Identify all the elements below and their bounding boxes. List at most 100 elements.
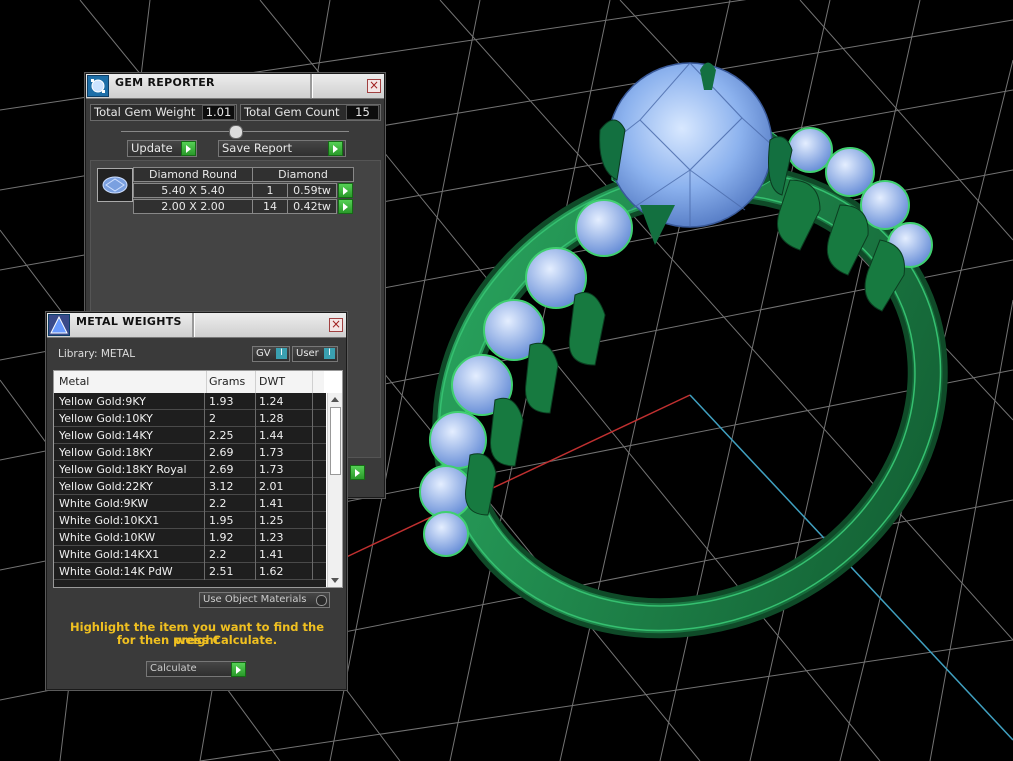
metal-weights-titlebar[interactable]: METAL WEIGHTS ×: [47, 313, 346, 338]
ring-model: [419, 62, 948, 639]
metal-dwt: 1.41: [259, 497, 284, 510]
metal-grams: 2.2: [209, 548, 227, 561]
scroll-up-icon[interactable]: [331, 397, 339, 402]
use-object-materials-label: Use Object Materials: [203, 594, 307, 605]
metal-grams: 2.69: [209, 446, 234, 459]
metal-name: White Gold:9KW: [59, 497, 149, 510]
metal-weights-close-button[interactable]: ×: [329, 318, 343, 332]
metal-dwt: 1.73: [259, 463, 284, 476]
gem-row-go-icon[interactable]: [338, 199, 353, 214]
gem-row-size[interactable]: 2.00 X 2.00: [133, 199, 253, 214]
table-row[interactable]: White Gold:14KX1 2.2 1.41: [54, 546, 326, 563]
metal-dwt: 1.73: [259, 446, 284, 459]
gem-reporter-titlebar[interactable]: GEM REPORTER ×: [86, 74, 384, 99]
save-report-go-icon[interactable]: [328, 141, 343, 156]
title-separator: [192, 313, 195, 337]
gem-row-weight: 0.42tw: [287, 199, 337, 214]
use-object-materials-radio-icon[interactable]: [316, 595, 327, 606]
metal-dwt: 2.01: [259, 480, 284, 493]
table-row[interactable]: White Gold:10KW 1.92 1.23: [54, 529, 326, 546]
metal-grams: 2: [209, 412, 216, 425]
table-row[interactable]: White Gold:9KW 2.2 1.41: [54, 495, 326, 512]
user-label: User: [296, 348, 319, 359]
gv-label: GV: [256, 348, 271, 359]
scroll-down-icon[interactable]: [331, 578, 339, 583]
metal-dwt: 1.25: [259, 514, 284, 527]
metal-table-scrollbar[interactable]: [327, 393, 342, 587]
metal-dwt: 1.41: [259, 548, 284, 561]
metal-grams: 1.92: [209, 531, 234, 544]
total-gem-weight-value: 1.01: [202, 105, 235, 120]
column-grams[interactable]: Grams: [209, 375, 245, 388]
table-row[interactable]: Yellow Gold:14KY 2.25 1.44: [54, 427, 326, 444]
total-gem-count-value: 15: [346, 105, 379, 120]
table-row[interactable]: Yellow Gold:18KY Royal 2.69 1.73: [54, 461, 326, 478]
gem-reporter-bottom-go-icon[interactable]: [350, 465, 365, 480]
metal-dwt: 1.44: [259, 429, 284, 442]
table-row[interactable]: Yellow Gold:9KY 1.93 1.24: [54, 393, 326, 410]
metal-name: Yellow Gold:14KY: [59, 429, 153, 442]
metal-name: Yellow Gold:9KY: [59, 395, 146, 408]
metal-weights-app-icon: [48, 314, 70, 336]
metal-grams: 3.12: [209, 480, 234, 493]
metal-dwt: 1.23: [259, 531, 284, 544]
metal-grams: 2.51: [209, 565, 234, 578]
update-label: Update: [131, 141, 173, 155]
gem-row-size[interactable]: 5.40 X 5.40: [133, 183, 253, 198]
metal-weights-panel: METAL WEIGHTS × Library: METAL GV I User…: [46, 312, 347, 690]
column-separator: [312, 371, 313, 393]
gv-info-icon: I: [276, 348, 287, 359]
column-metal[interactable]: Metal: [59, 375, 89, 388]
metal-grams: 1.93: [209, 395, 234, 408]
metal-weights-title: METAL WEIGHTS: [76, 315, 182, 328]
metal-name: Yellow Gold:10KY: [59, 412, 153, 425]
table-row[interactable]: White Gold:10KX1 1.95 1.25: [54, 512, 326, 529]
title-separator: [310, 74, 313, 98]
user-info-icon: I: [324, 348, 335, 359]
metal-table: Metal Grams DWT Yellow Gold:9KY 1.93 1.24 …: [53, 370, 343, 588]
table-row-partial[interactable]: [54, 580, 326, 587]
calculate-label: Calculate: [150, 663, 197, 674]
library-label: Library: METAL: [58, 348, 136, 360]
metal-name: White Gold:14K PdW: [59, 565, 173, 578]
metal-dwt: 1.24: [259, 395, 284, 408]
hint-line-2: for then press Calculate.: [116, 633, 278, 647]
gem-row-count: 1: [252, 183, 288, 198]
metal-name: White Gold:10KW: [59, 531, 156, 544]
gem-reporter-app-icon: [87, 75, 109, 97]
use-object-materials-toggle[interactable]: Use Object Materials: [199, 592, 330, 608]
metal-name: White Gold:10KX1: [59, 514, 160, 527]
calculate-go-icon[interactable]: [231, 662, 246, 677]
gem-row-weight: 0.59tw: [287, 183, 337, 198]
column-separator: [255, 371, 256, 393]
metal-name: Yellow Gold:18KY Royal: [59, 463, 187, 476]
gem-shape-header: Diamond Round: [133, 167, 253, 182]
table-row[interactable]: Yellow Gold:18KY 2.69 1.73: [54, 444, 326, 461]
metal-table-header: Metal Grams DWT: [54, 371, 324, 394]
metal-name: White Gold:14KX1: [59, 548, 160, 561]
table-row[interactable]: White Gold:14K PdW 2.51 1.62: [54, 563, 326, 580]
metal-name: Yellow Gold:22KY: [59, 480, 153, 493]
save-report-label: Save Report: [222, 141, 293, 155]
gem-material-header: Diamond: [252, 167, 354, 182]
table-row[interactable]: Yellow Gold:10KY 2 1.28: [54, 410, 326, 427]
metal-grams: 2.2: [209, 497, 227, 510]
metal-grams: 1.95: [209, 514, 234, 527]
collapse-handle-icon[interactable]: [229, 125, 243, 139]
scroll-thumb[interactable]: [330, 407, 341, 475]
gem-thumbnail[interactable]: [97, 168, 133, 202]
metal-name: Yellow Gold:18KY: [59, 446, 153, 459]
metal-dwt: 1.62: [259, 565, 284, 578]
gem-reporter-title: GEM REPORTER: [115, 76, 215, 89]
save-report-button[interactable]: Save Report: [218, 140, 346, 157]
gem-row-go-icon[interactable]: [338, 183, 353, 198]
update-go-icon[interactable]: [181, 141, 196, 156]
table-row[interactable]: Yellow Gold:22KY 3.12 2.01: [54, 478, 326, 495]
gem-reporter-close-button[interactable]: ×: [367, 79, 381, 93]
column-dwt[interactable]: DWT: [259, 375, 285, 388]
column-separator: [206, 371, 207, 393]
metal-grams: 2.69: [209, 463, 234, 476]
gem-row-count: 14: [252, 199, 288, 214]
metal-dwt: 1.28: [259, 412, 284, 425]
metal-grams: 2.25: [209, 429, 234, 442]
